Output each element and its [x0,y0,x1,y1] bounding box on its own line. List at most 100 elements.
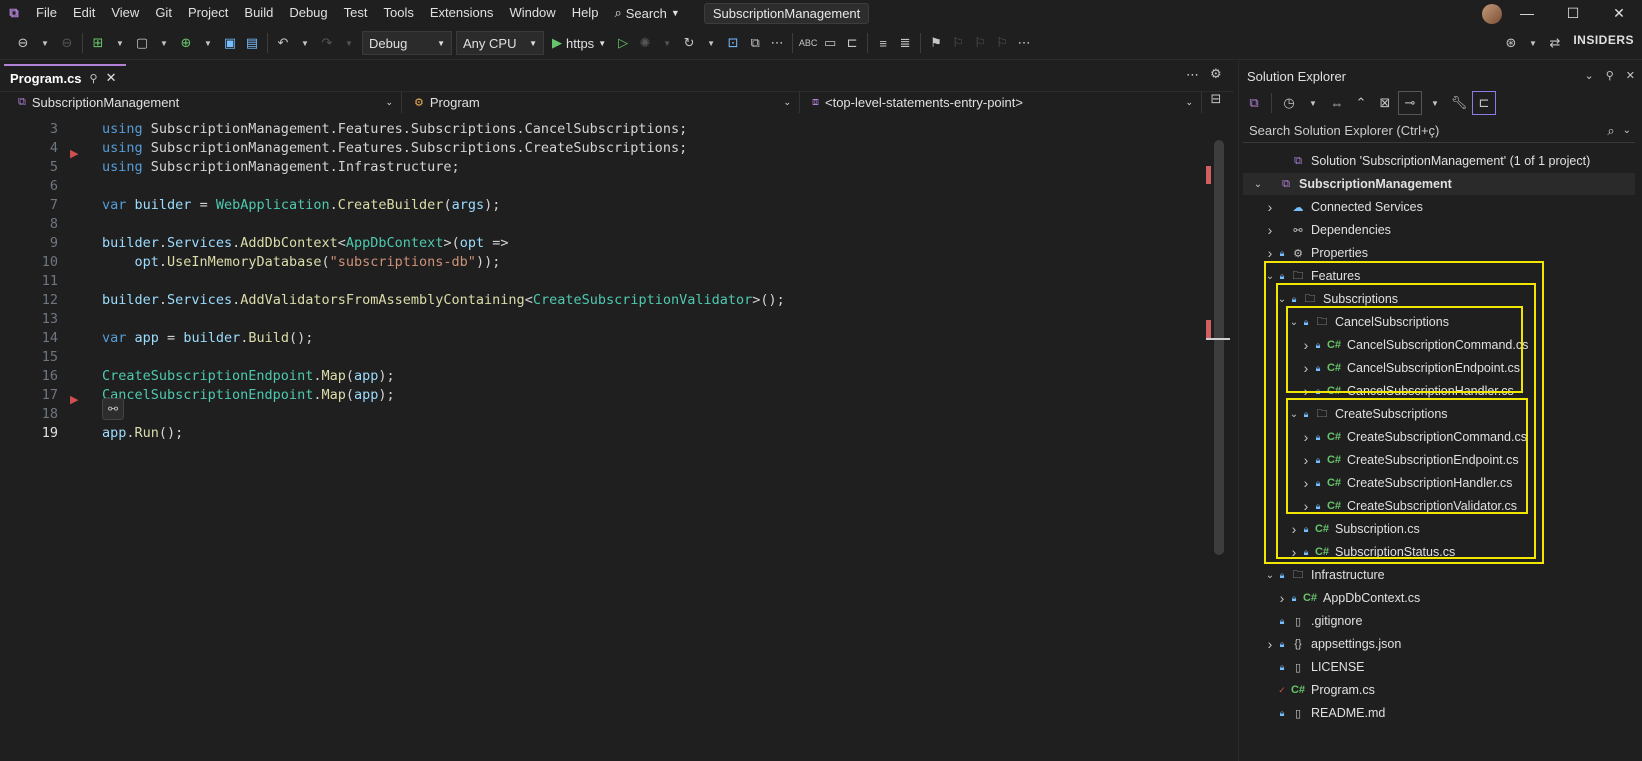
chevron-right-icon[interactable]: › [1263,222,1277,238]
overflow-icon[interactable]: ⋯ [1013,32,1035,54]
uncomment-icon[interactable]: ⊏ [841,32,863,54]
tree-item[interactable]: › 🔒︎ C# AppDbContext.cs [1243,587,1635,609]
code-line[interactable]: 14 var app = builder.Build(); [24,329,1204,347]
platform-dropdown[interactable]: Any CPU ▼ [456,31,544,55]
link-icon[interactable]: ⚯ [102,398,124,420]
new-file-icon[interactable]: ▢ [131,32,153,54]
open-folder-icon[interactable]: ⊡ [722,32,744,54]
chevron-right-icon[interactable]: › [1263,199,1277,215]
chevron-down-icon[interactable]: ▼ [197,32,219,54]
breakpoint-glyph-icon[interactable]: ▶ [70,147,78,160]
add-item-icon[interactable]: ⊕ [175,32,197,54]
more-icon[interactable]: ⋯ [766,32,788,54]
editor-scrollbar[interactable] [1214,140,1224,555]
split-editor-icon[interactable]: ⊟ [1206,91,1226,115]
menu-item-help[interactable]: Help [564,0,607,26]
menu-item-project[interactable]: Project [180,0,236,26]
tree-item[interactable]: › 🔒︎ {} appsettings.json [1243,633,1635,655]
redo-icon[interactable]: ↷ [316,32,338,54]
restart-icon[interactable]: ↻ [678,32,700,54]
code-line[interactable]: 12 builder.Services.AddValidatorsFromAsse… [24,291,1204,309]
chevron-down-icon[interactable]: ▼ [1302,92,1324,114]
tree-item[interactable]: › ⚯ Dependencies [1243,219,1635,241]
chevron-down-icon[interactable]: ▼ [1522,32,1544,54]
navigate-back-icon[interactable]: ⊖ [12,32,34,54]
close-icon[interactable]: ✕ [106,70,117,86]
preview-icon[interactable]: ⊏ [1472,91,1496,115]
chevron-right-icon[interactable]: › [1275,590,1289,606]
previous-bookmark-icon[interactable]: ⚐ [947,32,969,54]
pin-icon[interactable]: ⚲ [90,72,98,85]
code-line[interactable]: 17 CancelSubscriptionEndpoint.Map(app); [24,386,1204,404]
search-input[interactable]: Search Solution Explorer (Ctrl+ç) ⌕ ⌄ [1243,119,1635,143]
sync-icon[interactable]: ⇔ [1326,92,1348,114]
avatar[interactable] [1482,4,1502,24]
hot-reload-icon[interactable]: ✺ [634,32,656,54]
code-line[interactable]: 10 opt.UseInMemoryDatabase("subscription… [24,253,1204,271]
comment-icon[interactable]: ▭ [819,32,841,54]
menu-item-edit[interactable]: Edit [65,0,103,26]
copilot-icon[interactable]: ⊛ [1500,32,1522,54]
indent-icon[interactable]: ≣ [894,32,916,54]
clear-bookmarks-icon[interactable]: ⚐ [991,32,1013,54]
live-share-icon[interactable]: ⇄ [1544,32,1566,54]
chevron-down-icon[interactable]: ⌄ [1251,179,1265,190]
chevron-down-icon[interactable]: ⌄ [1263,570,1277,581]
code-line[interactable]: 3 using SubscriptionManagement.Features.S… [24,120,1204,138]
code-line[interactable]: 15 [24,348,1204,366]
chevron-right-icon[interactable]: › [1263,245,1277,261]
tab-overflow-icon[interactable]: ⋯ [1186,67,1199,83]
tree-item[interactable]: 🔒︎ ▯ README.md [1243,702,1635,724]
menu-item-window[interactable]: Window [501,0,563,26]
spell-check-icon[interactable]: ABC [797,32,819,54]
chevron-down-icon[interactable]: ▼ [34,32,56,54]
chevron-right-icon[interactable]: › [1263,636,1277,652]
member-dropdown[interactable]: ⧈ <top-level-statements-entry-point> ⌄ [804,91,1202,113]
show-all-files-icon[interactable]: ⊠ [1374,92,1396,114]
code-line[interactable]: 5 using SubscriptionManagement.Infrastruc… [24,158,1204,176]
type-dropdown[interactable]: ⚙ Program ⌄ [406,91,800,113]
outdent-icon[interactable]: ≡ [872,32,894,54]
properties-wrench-icon[interactable]: 🔧︎ [1448,92,1470,114]
code-line[interactable]: 11 [24,272,1204,290]
tree-item[interactable]: ✓ C# Program.cs [1243,679,1635,701]
new-project-icon[interactable]: ⊞ [87,32,109,54]
code-line[interactable]: 18 [24,405,1204,423]
undo-icon[interactable]: ↶ [272,32,294,54]
chevron-down-icon[interactable]: ▼ [700,32,722,54]
search-menu[interactable]: ⌕ Search ▼ [606,5,687,21]
start-debugging-button[interactable]: ▶ https ▼ [546,35,612,51]
start-without-debugging-icon[interactable]: ▷ [612,32,634,54]
menu-item-git[interactable]: Git [147,0,180,26]
chevron-down-icon[interactable]: ▼ [153,32,175,54]
collapse-all-icon[interactable]: ⌃ [1350,92,1372,114]
tab-program-cs[interactable]: Program.cs ⚲ ✕ [4,64,126,90]
chevron-down-icon[interactable]: ▼ [656,32,678,54]
code-line[interactable]: 6 [24,177,1204,195]
project-dropdown[interactable]: ⧉ SubscriptionManagement ⌄ [10,91,402,113]
menu-item-build[interactable]: Build [236,0,281,26]
chevron-down-icon[interactable]: ⌄ [1585,69,1594,82]
code-line[interactable]: 13 [24,310,1204,328]
tree-item[interactable]: › ☁ Connected Services [1243,196,1635,218]
tree-item[interactable]: 🔒︎ ▯ LICENSE [1243,656,1635,678]
menu-item-tools[interactable]: Tools [375,0,421,26]
settings-gear-icon[interactable]: ⚙ [1210,66,1222,82]
code-line[interactable]: 8 [24,215,1204,233]
close-window-icon[interactable]: ✕ [1596,0,1642,26]
code-editor[interactable]: 3 using SubscriptionManagement.Features.S… [24,116,1214,756]
pin-icon[interactable]: ⚲ [1606,69,1614,82]
code-line[interactable]: 4 using SubscriptionManagement.Features.S… [24,139,1204,157]
code-line[interactable]: 19 app.Run(); [24,424,1204,442]
filter-icon[interactable]: ⊸ [1398,91,1422,115]
history-icon[interactable]: ◷ [1278,92,1300,114]
code-line[interactable]: 9 builder.Services.AddDbContext<AppDbCont… [24,234,1204,252]
configuration-dropdown[interactable]: Debug ▼ [362,31,452,55]
switch-views-icon[interactable]: ⧉ [1243,92,1265,114]
breakpoint-glyph-icon[interactable]: ▶ [70,393,78,406]
tree-item[interactable]: ⌄ ⧉ SubscriptionManagement [1243,173,1635,195]
tree-folder[interactable]: ⌄ 🔒︎ 🗀︎ Infrastructure [1243,564,1635,586]
menu-item-extensions[interactable]: Extensions [422,0,502,26]
code-line[interactable]: 7 var builder = WebApplication.CreateBuil… [24,196,1204,214]
chevron-down-icon[interactable]: ▼ [109,32,131,54]
